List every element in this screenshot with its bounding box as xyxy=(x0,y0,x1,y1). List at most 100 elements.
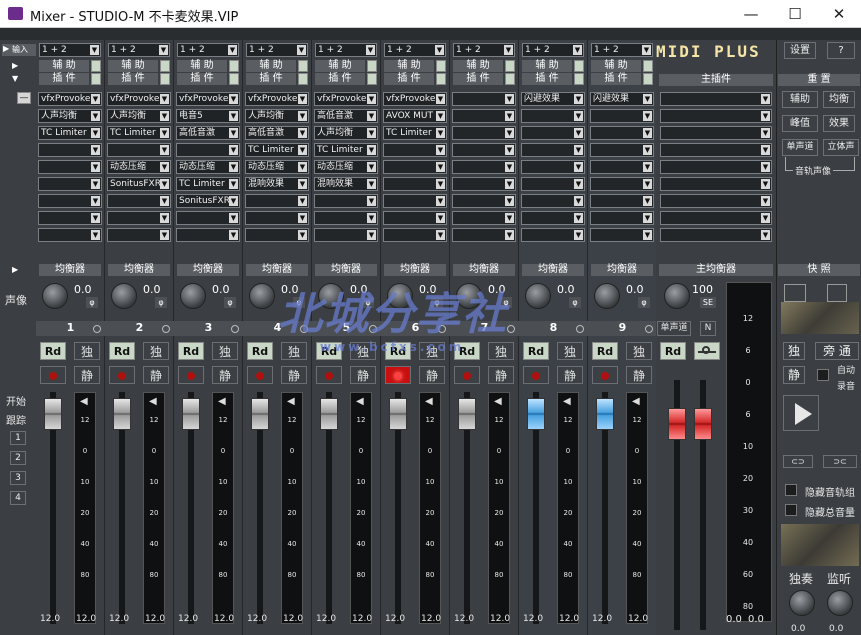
channel-3-plugin-slot[interactable]: 电音5 ▼ xyxy=(176,109,240,123)
link-icon-button[interactable]: ⊂⊃ xyxy=(783,455,813,468)
channel-2-speaker-icon[interactable]: ◀ xyxy=(149,396,159,408)
channel-9-mute-button[interactable]: 静 xyxy=(626,366,652,384)
main-plugin-slot[interactable]: ▼ xyxy=(660,92,772,106)
channel-3-plugin-slot[interactable]: ▼ xyxy=(176,143,240,157)
channel-7-lock-icon[interactable] xyxy=(507,325,515,333)
main-plugin-slot[interactable]: ▼ xyxy=(660,109,772,123)
channel-8-insert-toggle[interactable] xyxy=(574,73,584,85)
main-eq-header[interactable]: 主均衡器 xyxy=(659,264,773,276)
channel-9-record-button[interactable] xyxy=(592,366,618,384)
channel-9-pan-knob[interactable] xyxy=(594,283,620,309)
channel-7-plugin-slot[interactable]: ▼ xyxy=(452,177,516,191)
settings-button[interactable]: 设置 xyxy=(784,42,816,59)
unlink-icon-button[interactable]: ⊃⊂ xyxy=(823,455,857,468)
channel-8-solo-button[interactable]: 独 xyxy=(557,342,583,360)
channel-3-plugin-slot[interactable]: ▼ xyxy=(176,211,240,225)
channel-8-fader[interactable] xyxy=(527,398,545,430)
channel-1-lock-icon[interactable] xyxy=(93,325,101,333)
channel-8-plugin-slot[interactable]: ▼ xyxy=(521,143,585,157)
auto-record-checkbox[interactable] xyxy=(817,369,829,381)
channel-8-plugin-slot[interactable]: ▼ xyxy=(521,160,585,174)
channel-8-pan-knob[interactable] xyxy=(525,283,551,309)
channel-5-record-button[interactable] xyxy=(316,366,342,384)
channel-8-eq-header[interactable]: 均衡器 xyxy=(522,264,584,276)
channel-3-speaker-icon[interactable]: ◀ xyxy=(218,396,228,408)
channel-4-plugin-slot[interactable]: ▼ xyxy=(245,228,309,242)
channel-7-plugin-slot[interactable]: ▼ xyxy=(452,92,516,106)
channel-3-rd-button[interactable]: Rd xyxy=(178,342,204,360)
channel-2-plugin-slot[interactable]: 动态压缩 ▼ xyxy=(107,160,171,174)
main-fader-right[interactable] xyxy=(694,408,712,440)
channel-9-aux-toggle[interactable] xyxy=(643,60,653,72)
channel-2-input-select[interactable]: 1 + 2 ▼ xyxy=(108,43,170,57)
channel-7-plugin-slot[interactable]: ▼ xyxy=(452,211,516,225)
track-button-2[interactable]: 2 xyxy=(10,451,26,465)
channel-3-input-select[interactable]: 1 + 2 ▼ xyxy=(177,43,239,57)
channel-2-insert-header[interactable]: 插 件 xyxy=(108,73,158,85)
channel-1-insert-header[interactable]: 插 件 xyxy=(39,73,89,85)
channel-5-aux-header[interactable]: 辅 助 xyxy=(315,60,365,72)
channel-8-mute-button[interactable]: 静 xyxy=(557,366,583,384)
channel-8-aux-header[interactable]: 辅 助 xyxy=(522,60,572,72)
main-plugin-slot[interactable]: ▼ xyxy=(660,143,772,157)
channel-2-solo-button[interactable]: 独 xyxy=(143,342,169,360)
main-mono-button[interactable]: 单声道 xyxy=(657,321,691,336)
channel-6-speaker-icon[interactable]: ◀ xyxy=(425,396,435,408)
channel-4-aux-toggle[interactable] xyxy=(298,60,308,72)
channel-5-input-select[interactable]: 1 + 2 ▼ xyxy=(315,43,377,57)
channel-8-record-button[interactable] xyxy=(523,366,549,384)
channel-6-plugin-slot[interactable]: ▼ xyxy=(383,177,447,191)
channel-6-eq-header[interactable]: 均衡器 xyxy=(384,264,446,276)
track-button-1[interactable]: 1 xyxy=(10,431,26,445)
channel-4-plugin-slot[interactable]: TC Limiter ▼ xyxy=(245,143,309,157)
close-button[interactable]: ✕ xyxy=(817,0,861,28)
channel-5-mute-button[interactable]: 静 xyxy=(350,366,376,384)
channel-2-plugin-slot[interactable]: vfxProvoke ▼ xyxy=(107,92,171,106)
main-plugin-slot[interactable]: ▼ xyxy=(660,160,772,174)
channel-9-lock-icon[interactable] xyxy=(645,325,653,333)
channel-5-speaker-icon[interactable]: ◀ xyxy=(356,396,366,408)
snapshot-open-icon[interactable] xyxy=(784,284,806,302)
channel-4-plugin-slot[interactable]: ▼ xyxy=(245,194,309,208)
channel-4-insert-toggle[interactable] xyxy=(298,73,308,85)
channel-8-rd-button[interactable]: Rd xyxy=(523,342,549,360)
solo-knob[interactable] xyxy=(789,590,815,616)
channel-6-aux-toggle[interactable] xyxy=(436,60,446,72)
channel-4-aux-header[interactable]: 辅 助 xyxy=(246,60,296,72)
main-n-button[interactable]: N xyxy=(700,321,716,336)
main-rd-button[interactable]: Rd xyxy=(660,342,686,360)
channel-8-plugin-slot[interactable]: ▼ xyxy=(521,109,585,123)
channel-4-pan-knob[interactable] xyxy=(249,283,275,309)
channel-9-rd-button[interactable]: Rd xyxy=(592,342,618,360)
channel-9-aux-header[interactable]: 辅 助 xyxy=(591,60,641,72)
channel-7-aux-toggle[interactable] xyxy=(505,60,515,72)
channel-4-plugin-slot[interactable]: 人声均衡 ▼ xyxy=(245,109,309,123)
hide-master-checkbox[interactable] xyxy=(785,504,797,516)
channel-8-phase-icon[interactable]: φ xyxy=(569,297,581,308)
channel-8-lock-icon[interactable] xyxy=(576,325,584,333)
mono-button[interactable]: 单声道 xyxy=(782,139,818,156)
channel-2-plugin-slot[interactable]: ▼ xyxy=(107,194,171,208)
channel-2-plugin-slot[interactable]: ▼ xyxy=(107,211,171,225)
channel-2-aux-toggle[interactable] xyxy=(160,60,170,72)
channel-1-aux-header[interactable]: 辅 助 xyxy=(39,60,89,72)
channel-3-solo-button[interactable]: 独 xyxy=(212,342,238,360)
channel-7-plugin-slot[interactable]: ▼ xyxy=(452,194,516,208)
track-button-4[interactable]: 4 xyxy=(10,491,26,505)
peak-button[interactable]: 峰值 xyxy=(782,115,818,132)
channel-4-insert-header[interactable]: 插 件 xyxy=(246,73,296,85)
channel-1-plugin-slot[interactable]: 人声均衡 ▼ xyxy=(38,109,102,123)
channel-9-plugin-slot[interactable]: ▼ xyxy=(590,160,654,174)
channel-2-insert-toggle[interactable] xyxy=(160,73,170,85)
channel-1-plugin-slot[interactable]: TC Limiter ▼ xyxy=(38,126,102,140)
channel-2-plugin-slot[interactable]: ▼ xyxy=(107,228,171,242)
channel-9-insert-header[interactable]: 插 件 xyxy=(591,73,641,85)
channel-9-plugin-slot[interactable]: ▼ xyxy=(590,228,654,242)
channel-1-mute-button[interactable]: 静 xyxy=(74,366,100,384)
aux-button[interactable]: 辅助 xyxy=(782,91,818,108)
channel-9-plugin-slot[interactable]: ▼ xyxy=(590,194,654,208)
hide-tracks-checkbox[interactable] xyxy=(785,484,797,496)
channel-6-insert-toggle[interactable] xyxy=(436,73,446,85)
channel-2-eq-header[interactable]: 均衡器 xyxy=(108,264,170,276)
channel-6-plugin-slot[interactable]: TC Limiter ▼ xyxy=(383,126,447,140)
